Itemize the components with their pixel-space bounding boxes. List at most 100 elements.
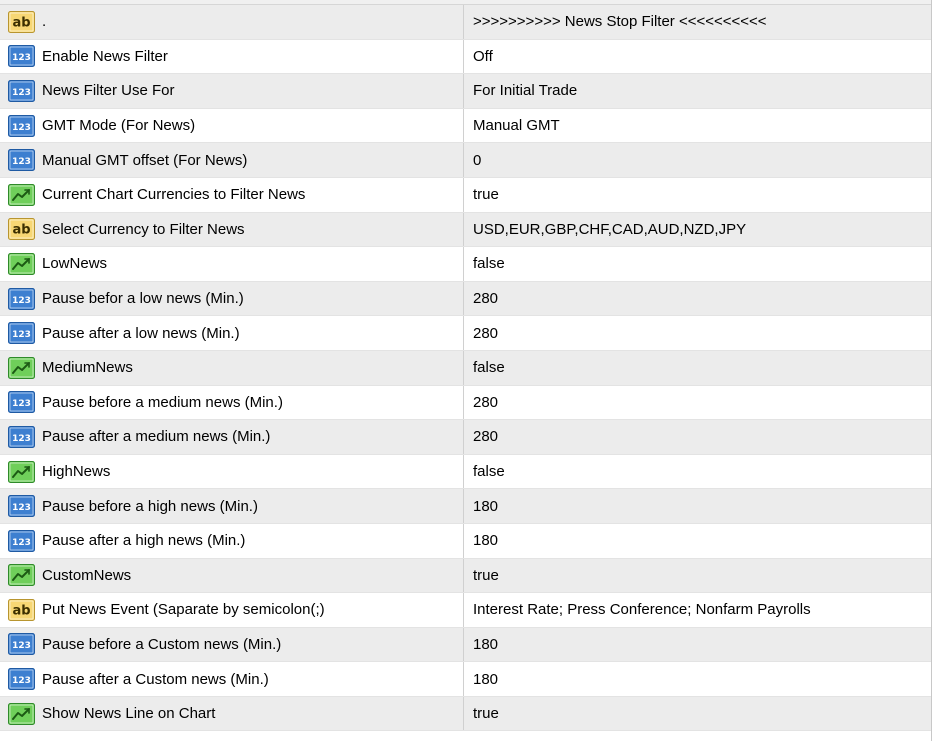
input-row[interactable]: 123 Enable News Filter Off [0,39,931,75]
integer-type-icon: 123 [8,79,35,102]
input-value-cell[interactable]: true [464,178,931,212]
input-name-cell[interactable]: 123 GMT Mode (For News) [0,108,464,143]
input-row[interactable]: 123 Manual GMT offset (For News) 0 [0,143,931,178]
input-value-cell[interactable]: Interest Rate; Press Conference; Nonfarm… [464,593,931,627]
input-row[interactable]: HighNews false [0,454,931,490]
input-value-cell[interactable]: false [464,247,931,281]
integer-type-icon: 123 [8,391,35,414]
input-name-cell[interactable]: 123 Pause before a medium news (Min.) [0,385,464,420]
input-name-cell[interactable]: 123 Pause before a high news (Min.) [0,489,464,523]
input-name-cell[interactable]: ab Select Currency to Filter News [0,212,464,247]
input-value-cell[interactable]: 180 [464,489,931,523]
svg-text:123: 123 [12,538,31,548]
input-name-cell[interactable]: CustomNews [0,558,464,593]
input-row[interactable]: 123 Pause before a Custom news (Min.) 18… [0,627,931,663]
svg-text:ab: ab [12,223,30,238]
input-name-cell[interactable]: 123 Pause after a Custom news (Min.) [0,662,464,696]
input-value-cell[interactable]: 180 [464,662,931,696]
input-name-cell[interactable]: 123 Pause after a medium news (Min.) [0,420,464,454]
input-value-cell[interactable]: 280 [464,386,931,420]
input-value: Manual GMT [473,117,560,135]
input-value-cell[interactable]: USD,EUR,GBP,CHF,CAD,AUD,NZD,JPY [464,213,931,247]
input-name: LowNews [42,255,108,273]
input-value-cell[interactable]: 180 [464,628,931,662]
input-name: . [42,13,47,31]
inputs-list: ab . >>>>>>>>>> News Stop Filter <<<<<<<… [0,5,931,732]
input-value: >>>>>>>>>> News Stop Filter <<<<<<<<<< [473,13,767,31]
input-value-cell[interactable]: false [464,351,931,385]
svg-text:ab: ab [12,15,30,30]
input-name: Select Currency to Filter News [42,220,245,238]
input-value: 0 [473,151,482,169]
input-value: false [473,359,505,377]
svg-text:123: 123 [12,434,31,444]
input-name-cell[interactable]: ab . [0,5,464,39]
input-row[interactable]: Show News Line on Chart true [0,696,931,732]
input-name: Pause before a high news (Min.) [42,497,258,515]
integer-type-icon: 123 [8,45,35,68]
boolean-type-icon [8,564,35,587]
input-row[interactable]: 123 Pause after a low news (Min.) 280 [0,316,931,351]
input-row[interactable]: ab Select Currency to Filter News USD,EU… [0,212,931,248]
input-name-cell[interactable]: Current Chart Currencies to Filter News [0,177,464,212]
input-name-cell[interactable]: HighNews [0,454,464,489]
input-value: 280 [473,428,499,446]
input-name: CustomNews [42,566,132,584]
input-name-cell[interactable]: LowNews [0,247,464,281]
svg-text:123: 123 [12,330,31,340]
input-name-cell[interactable]: MediumNews [0,350,464,385]
input-name-cell[interactable]: Show News Line on Chart [0,696,464,731]
integer-type-icon: 123 [8,425,35,448]
input-value: 180 [473,497,499,515]
input-row[interactable]: 123 Pause before a high news (Min.) 180 [0,489,931,524]
svg-text:123: 123 [12,641,31,651]
input-value: Interest Rate; Press Conference; Nonfarm… [473,601,811,619]
input-name-cell[interactable]: 123 Pause before a Custom news (Min.) [0,627,464,662]
input-value: true [473,566,499,584]
input-row[interactable]: ab . >>>>>>>>>> News Stop Filter <<<<<<<… [0,5,931,40]
boolean-type-icon [8,183,35,206]
input-row[interactable]: 123 News Filter Use For For Initial Trad… [0,74,931,109]
input-value-cell[interactable]: false [464,455,931,489]
input-row[interactable]: LowNews false [0,247,931,282]
input-value-cell[interactable]: 280 [464,316,931,350]
input-value-cell[interactable]: >>>>>>>>>> News Stop Filter <<<<<<<<<< [464,5,931,39]
input-value-cell[interactable]: 0 [464,143,931,177]
input-row[interactable]: CustomNews true [0,558,931,594]
input-row[interactable]: 123 Pause after a high news (Min.) 180 [0,523,931,559]
input-value-cell[interactable]: Manual GMT [464,109,931,143]
input-name: News Filter Use For [42,82,175,100]
input-value-cell[interactable]: Off [464,40,931,74]
input-value: 280 [473,324,499,342]
input-name: Pause after a Custom news (Min.) [42,670,269,688]
input-name: Pause befor a low news (Min.) [42,290,244,308]
input-name-cell[interactable]: 123 Manual GMT offset (For News) [0,143,464,177]
input-value-cell[interactable]: true [464,697,931,731]
input-name-cell[interactable]: 123 Enable News Filter [0,39,464,74]
input-row[interactable]: 123 Pause before a medium news (Min.) 28… [0,385,931,421]
input-name-cell[interactable]: 123 Pause befor a low news (Min.) [0,281,464,316]
input-value-cell[interactable]: 280 [464,282,931,316]
input-name-cell[interactable]: ab Put News Event (Saparate by semicolon… [0,593,464,627]
input-row[interactable]: 123 Pause after a Custom news (Min.) 180 [0,662,931,697]
input-value-cell[interactable]: For Initial Trade [464,74,931,108]
input-name-cell[interactable]: 123 News Filter Use For [0,74,464,108]
input-row[interactable]: 123 Pause after a medium news (Min.) 280 [0,420,931,455]
input-value-cell[interactable]: 280 [464,420,931,454]
input-row[interactable]: 123 Pause befor a low news (Min.) 280 [0,281,931,317]
input-row[interactable]: 123 GMT Mode (For News) Manual GMT [0,108,931,144]
input-name: Enable News Filter [42,47,168,65]
input-value: For Initial Trade [473,82,578,100]
input-value: true [473,186,499,204]
input-name-cell[interactable]: 123 Pause after a high news (Min.) [0,523,464,558]
input-row[interactable]: Current Chart Currencies to Filter News … [0,177,931,213]
input-value: 280 [473,393,499,411]
input-value-cell[interactable]: 180 [464,524,931,558]
input-name-cell[interactable]: 123 Pause after a low news (Min.) [0,316,464,350]
input-name: Pause before a medium news (Min.) [42,393,283,411]
input-row[interactable]: ab Put News Event (Saparate by semicolon… [0,593,931,628]
input-value-cell[interactable]: true [464,559,931,593]
svg-text:123: 123 [12,503,31,513]
integer-type-icon: 123 [8,287,35,310]
input-row[interactable]: MediumNews false [0,350,931,386]
